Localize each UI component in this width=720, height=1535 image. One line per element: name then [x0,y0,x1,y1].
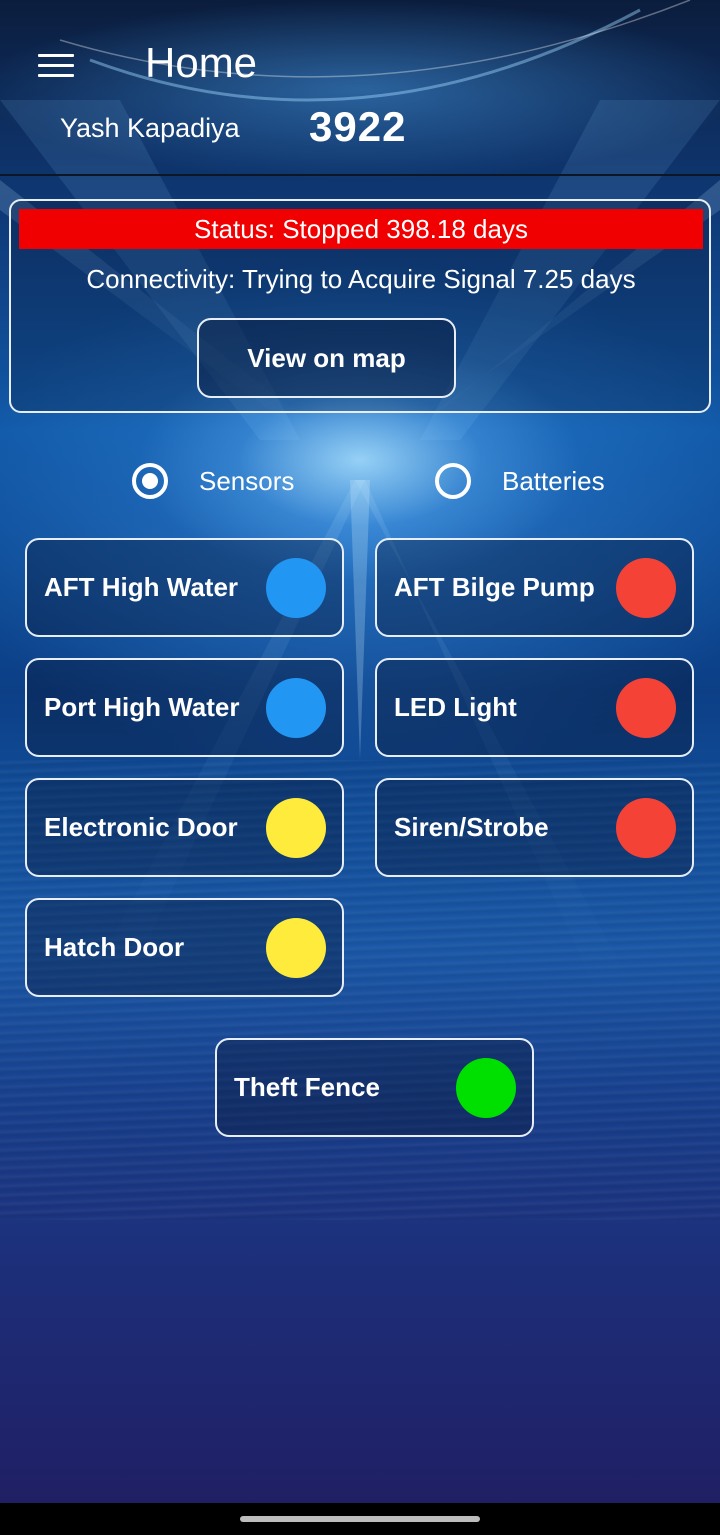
sensor-label: Port High Water [44,692,240,722]
radio-label-sensors: Sensors [199,466,295,496]
radio-selected-icon[interactable] [132,463,168,499]
sensor-tile-aft-bilge-pump[interactable]: AFT Bilge Pump [375,538,694,637]
sensor-label: Siren/Strobe [394,812,549,842]
status-indicator-dot [266,918,326,978]
sensor-label: AFT Bilge Pump [394,572,595,602]
radio-batteries[interactable]: Batteries [435,462,605,500]
hamburger-menu-icon[interactable] [30,42,82,88]
sensor-label: Hatch Door [44,932,185,962]
view-on-map-button[interactable]: View on map [197,318,456,398]
status-indicator-dot [616,678,676,738]
system-navigation-bar [0,1503,720,1535]
app-bar: Home Yash Kapadiya 3922 [0,0,720,174]
page-title: Home [145,39,258,86]
sensor-tile-hatch-door[interactable]: Hatch Door [25,898,344,997]
status-indicator-dot [456,1058,516,1118]
radio-sensors[interactable]: Sensors [132,462,294,500]
status-indicator-dot [616,798,676,858]
device-id: 3922 [309,103,407,150]
sensor-tile-port-high-water[interactable]: Port High Water [25,658,344,757]
status-indicator-dot [266,678,326,738]
radio-label-batteries: Batteries [502,466,605,496]
sensor-label: LED Light [394,692,517,722]
sensor-tile-theft-fence[interactable]: Theft Fence [215,1038,534,1137]
status-indicator-dot [616,558,676,618]
connectivity-text: Connectivity: Trying to Acquire Signal 7… [86,264,636,294]
sensor-tile-electronic-door[interactable]: Electronic Door [25,778,344,877]
header-divider [0,174,720,176]
status-indicator-dot [266,558,326,618]
status-indicator-dot [266,798,326,858]
gesture-handle[interactable] [240,1516,480,1522]
status-card: Status: Stopped 398.18 days Connectivity… [9,199,711,413]
user-name: Yash Kapadiya [60,113,240,143]
sensor-tile-led-light[interactable]: LED Light [375,658,694,757]
sensor-tile-aft-high-water[interactable]: AFT High Water [25,538,344,637]
status-banner: Status: Stopped 398.18 days [19,209,703,249]
sensor-tile-siren-strobe[interactable]: Siren/Strobe [375,778,694,877]
sensor-label: AFT High Water [44,572,239,602]
sensor-label: Electronic Door [44,812,238,842]
sensor-label: Theft Fence [234,1072,380,1102]
radio-unselected-icon[interactable] [435,463,471,499]
